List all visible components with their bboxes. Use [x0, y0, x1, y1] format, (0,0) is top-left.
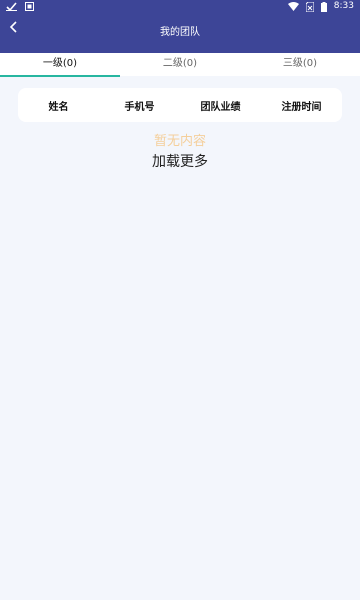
page-title: 我的团队 [160, 27, 200, 38]
tab-level-3[interactable]: 三级(0) [240, 53, 360, 76]
column-header-name: 姓名 [48, 101, 69, 113]
sim-x-icon [305, 1, 314, 12]
tab-level-1[interactable]: 一级(0) [0, 53, 120, 77]
tab-level-2[interactable]: 二级(0) [120, 53, 240, 76]
team-table-header: 姓名 手机号 团队业绩 注册时间 [18, 88, 342, 122]
download-box-icon [25, 2, 34, 11]
battery-icon [320, 1, 327, 12]
app-bar: 我的团队 [0, 13, 360, 53]
column-header-performance: 团队业绩 [200, 101, 241, 113]
column-header-phone: 手机号 [124, 101, 155, 113]
empty-state-text: 暂无内容 [153, 134, 206, 149]
tab-bar: 一级(0) 二级(0) 三级(0) [0, 53, 360, 77]
column-header-register-time: 注册时间 [281, 101, 322, 113]
load-more-button[interactable]: 加载更多 [0, 151, 360, 171]
check-mail-icon [6, 2, 17, 11]
wifi-icon [287, 2, 299, 11]
status-bar-left [6, 0, 34, 13]
status-bar: 8:33 [0, 0, 360, 13]
status-time: 8:33 [333, 1, 354, 11]
status-bar-right: 8:33 [287, 0, 354, 13]
